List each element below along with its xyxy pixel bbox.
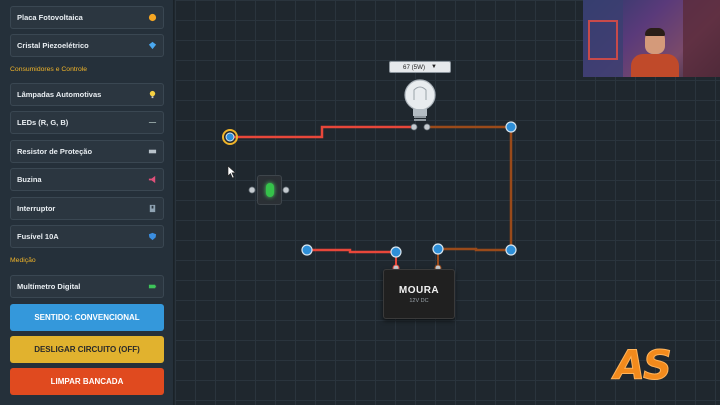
terminal-battery-neg bbox=[390, 246, 402, 258]
green-led bbox=[265, 183, 274, 197]
webcam-background-right bbox=[683, 0, 720, 77]
channel-logo: AS bbox=[614, 343, 673, 390]
switch-terminal-left bbox=[248, 186, 256, 194]
chevron-down-icon: ▼ bbox=[431, 64, 437, 70]
battery-spec: 12V DC bbox=[409, 297, 429, 304]
webcam-person-hair bbox=[645, 28, 665, 36]
terminal-bottom-left bbox=[301, 244, 313, 256]
switch-terminal-right bbox=[282, 186, 290, 194]
wire-brown-bottom bbox=[438, 247, 511, 252]
led-component[interactable] bbox=[257, 175, 282, 205]
wire-red-bottom bbox=[307, 248, 396, 254]
terminal-battery-pos bbox=[432, 243, 444, 255]
webcam-shelf bbox=[588, 20, 618, 60]
bulb-power-value: 67 (5W) bbox=[403, 63, 426, 71]
battery-component[interactable]: MOURA 12V DC bbox=[383, 269, 455, 319]
battery-brand: MOURA bbox=[398, 284, 440, 296]
wire-red-top bbox=[230, 125, 412, 139]
webcam-overlay bbox=[583, 0, 720, 77]
lamp-component bbox=[404, 79, 436, 131]
mouse-cursor-icon bbox=[227, 165, 237, 179]
webcam-person-body bbox=[631, 54, 679, 77]
terminal-bottom-right bbox=[505, 244, 517, 256]
bulb-power-select[interactable]: 67 (5W) ▼ bbox=[389, 61, 451, 73]
terminal-top-right bbox=[505, 121, 517, 133]
